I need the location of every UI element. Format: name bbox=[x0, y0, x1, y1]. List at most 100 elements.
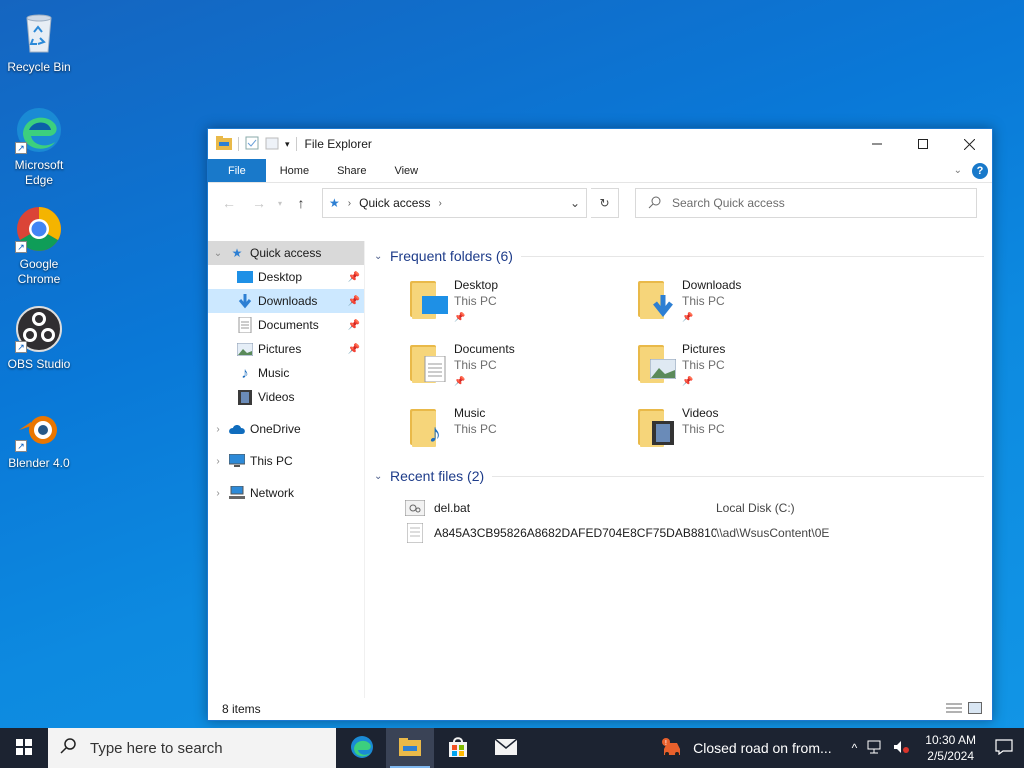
tab-home[interactable]: Home bbox=[266, 159, 323, 182]
nav-desktop[interactable]: Desktop 📌 bbox=[208, 265, 364, 289]
back-button[interactable]: ← bbox=[216, 190, 242, 216]
start-button[interactable] bbox=[0, 728, 48, 768]
folder-tile-desktop[interactable]: Desktop This PC 📌 bbox=[408, 277, 636, 325]
taskbar-search-box[interactable]: Type here to search bbox=[48, 728, 336, 768]
taskbar-mail[interactable] bbox=[482, 728, 530, 768]
search-input[interactable] bbox=[672, 196, 952, 210]
tab-view[interactable]: View bbox=[380, 159, 432, 182]
nav-onedrive[interactable]: › OneDrive bbox=[208, 417, 364, 441]
ribbon-tabs: File Home Share View ⌄ ? bbox=[208, 159, 992, 183]
recent-files-header[interactable]: ⌄ Recent files (2) bbox=[374, 465, 992, 487]
collapsed-chevron-icon[interactable]: › bbox=[208, 488, 228, 499]
group-title: Recent files (2) bbox=[390, 468, 485, 484]
window-title: File Explorer bbox=[304, 137, 372, 151]
recent-locations-button[interactable]: ▾ bbox=[276, 190, 284, 216]
up-button[interactable]: ↑ bbox=[288, 190, 314, 216]
folder-name: Desktop bbox=[454, 278, 499, 292]
taskbar-file-explorer[interactable] bbox=[386, 728, 434, 768]
refresh-button[interactable]: ↻ bbox=[591, 188, 619, 218]
properties-icon[interactable] bbox=[245, 136, 259, 153]
frequent-folders-header[interactable]: ⌄ Frequent folders (6) bbox=[374, 245, 992, 267]
folder-tile-music[interactable]: ♪ Music This PC bbox=[408, 405, 636, 453]
nav-videos[interactable]: Videos bbox=[208, 385, 364, 409]
desktop-icon-obs[interactable]: ↗ OBS Studio bbox=[1, 305, 77, 372]
large-icons-view-icon[interactable] bbox=[968, 701, 982, 717]
expand-ribbon-icon[interactable]: ⌄ bbox=[954, 165, 962, 176]
address-dropdown-icon[interactable]: ⌄ bbox=[564, 196, 586, 210]
collapsed-chevron-icon[interactable]: › bbox=[208, 424, 228, 435]
expanded-chevron-icon[interactable]: ⌄ bbox=[208, 248, 228, 259]
maximize-button[interactable] bbox=[900, 129, 946, 159]
network-status-icon[interactable] bbox=[867, 740, 883, 757]
computer-icon bbox=[228, 453, 246, 469]
search-box[interactable] bbox=[635, 188, 977, 218]
pictures-icon bbox=[236, 341, 254, 357]
minimize-button[interactable] bbox=[854, 129, 900, 159]
folder-tile-documents[interactable]: Documents This PC 📌 bbox=[408, 341, 636, 389]
tab-file[interactable]: File bbox=[208, 159, 266, 182]
desktop-icon-recycle-bin[interactable]: Recycle Bin bbox=[1, 8, 77, 75]
recent-file-row[interactable]: del.bat Local Disk (C:) bbox=[402, 495, 992, 520]
mail-envelope-icon bbox=[494, 737, 518, 758]
close-button[interactable] bbox=[946, 129, 992, 159]
news-widget[interactable]: ! Closed road on from... bbox=[661, 737, 852, 760]
help-icon[interactable]: ? bbox=[972, 162, 988, 179]
taskbar-store[interactable] bbox=[434, 728, 482, 768]
forward-button[interactable]: → bbox=[246, 190, 272, 216]
divider bbox=[520, 255, 984, 257]
volume-muted-icon[interactable] bbox=[893, 740, 910, 757]
folder-tile-downloads[interactable]: Downloads This PC 📌 bbox=[636, 277, 864, 325]
nav-documents[interactable]: Documents 📌 bbox=[208, 313, 364, 337]
tab-share[interactable]: Share bbox=[323, 159, 380, 182]
file-name: A845A3CB95826A8682DAFED704E8CF75DAB8810.… bbox=[434, 525, 716, 540]
address-location[interactable]: Quick access bbox=[359, 196, 430, 210]
nav-label: Network bbox=[250, 486, 295, 500]
taskbar: Type here to search ! Closed road on fro… bbox=[0, 728, 1024, 768]
folder-location: This PC bbox=[682, 294, 725, 308]
pin-icon: 📌 bbox=[454, 376, 466, 386]
recent-file-row[interactable]: A845A3CB95826A8682DAFED704E8CF75DAB8810.… bbox=[402, 520, 992, 545]
collapse-chevron-icon[interactable]: ⌄ bbox=[374, 251, 390, 262]
nav-downloads[interactable]: Downloads 📌 bbox=[208, 289, 364, 313]
desktop-icon-edge[interactable]: ↗ Microsoft Edge bbox=[1, 106, 77, 188]
taskbar-edge[interactable] bbox=[338, 728, 386, 768]
clock[interactable]: 10:30 AM 2/5/2024 bbox=[917, 732, 984, 764]
file-location: Local Disk (C:) bbox=[716, 500, 795, 515]
desktop-icon-blender[interactable]: ↗ Blender 4.0 bbox=[1, 404, 77, 471]
nav-label: Downloads bbox=[258, 294, 318, 308]
nav-this-pc[interactable]: › This PC bbox=[208, 449, 364, 473]
store-bag-icon bbox=[448, 736, 468, 760]
desktop-icon-label: Google Chrome bbox=[17, 257, 61, 286]
network-icon bbox=[228, 485, 246, 501]
quick-access-toolbar: ▾ bbox=[216, 135, 297, 153]
pin-icon: 📌 bbox=[682, 312, 694, 322]
taskbar-search-placeholder: Type here to search bbox=[90, 739, 223, 757]
desktop-icon-label: OBS Studio bbox=[7, 357, 71, 371]
nav-pictures[interactable]: Pictures 📌 bbox=[208, 337, 364, 361]
recycle-bin-icon bbox=[15, 8, 63, 56]
edge-icon: ↗ bbox=[15, 106, 63, 154]
videos-film-icon bbox=[236, 389, 254, 405]
folder-location: This PC bbox=[454, 358, 497, 372]
folder-tile-videos[interactable]: Videos This PC bbox=[636, 405, 864, 453]
show-hidden-icons-chevron-icon[interactable]: ^ bbox=[852, 741, 858, 755]
collapsed-chevron-icon[interactable]: › bbox=[208, 456, 228, 467]
new-folder-icon[interactable] bbox=[265, 136, 279, 153]
nav-music[interactable]: ♪ Music bbox=[208, 361, 364, 385]
title-bar[interactable]: ▾ File Explorer bbox=[208, 129, 992, 159]
customize-qat-icon[interactable]: ▾ bbox=[285, 139, 290, 150]
traffic-alert-icon: ! bbox=[661, 737, 683, 760]
folder-name: Documents bbox=[454, 342, 515, 356]
desktop-icon-label: Recycle Bin bbox=[7, 60, 71, 74]
action-center-button[interactable] bbox=[984, 728, 1024, 768]
address-bar[interactable]: ★ › Quick access › ⌄ bbox=[322, 188, 587, 218]
downloads-folder-icon bbox=[636, 277, 676, 321]
nav-quick-access[interactable]: ⌄ ★ Quick access bbox=[208, 241, 364, 265]
desktop-icon-chrome[interactable]: ↗ Google Chrome bbox=[1, 205, 77, 287]
collapse-chevron-icon[interactable]: ⌄ bbox=[374, 471, 390, 482]
details-view-icon[interactable] bbox=[946, 702, 962, 717]
edge-icon bbox=[350, 735, 374, 762]
nav-network[interactable]: › Network bbox=[208, 481, 364, 505]
breadcrumb-separator-icon: › bbox=[438, 197, 442, 209]
folder-tile-pictures[interactable]: Pictures This PC 📌 bbox=[636, 341, 864, 389]
